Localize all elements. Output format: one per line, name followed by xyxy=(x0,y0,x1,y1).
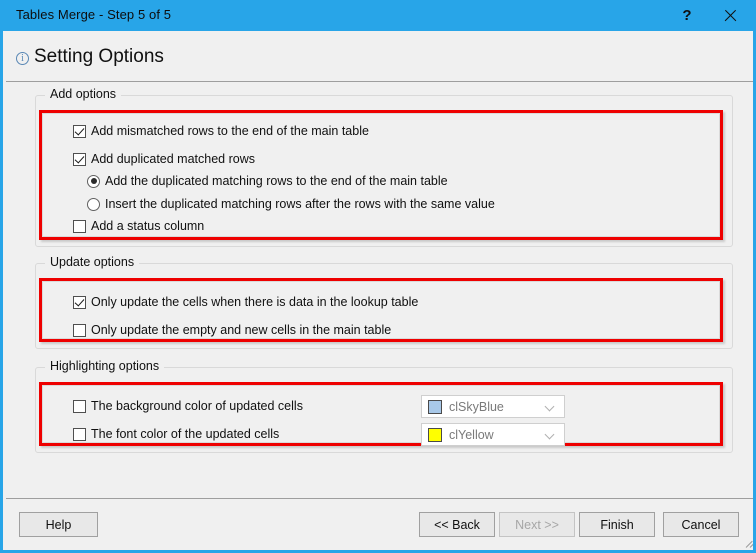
option-label: Insert the duplicated matching rows afte… xyxy=(105,197,495,211)
finish-button[interactable]: Finish xyxy=(579,512,655,537)
combo-value: clYellow xyxy=(449,427,494,442)
group-add-options-label: Add options xyxy=(45,87,122,101)
checkbox-only-update-empty-and-new-cells[interactable]: Only update the empty and new cells in t… xyxy=(73,323,391,337)
radio-indicator[interactable] xyxy=(87,197,100,211)
radio-indicator[interactable] xyxy=(87,174,100,188)
tables-merge-dialog: Tables Merge - Step 5 of 5 ? i Setting O… xyxy=(0,0,756,553)
info-icon: i xyxy=(16,52,29,65)
radio-add-duplicated-to-end[interactable]: Add the duplicated matching rows to the … xyxy=(87,174,448,188)
cancel-button[interactable]: Cancel xyxy=(663,512,739,537)
checkbox-indicator[interactable] xyxy=(73,219,86,233)
help-button[interactable]: Help xyxy=(19,512,98,537)
page-title: Setting Options xyxy=(34,46,164,67)
option-label: Only update the empty and new cells in t… xyxy=(91,323,392,337)
checkbox-indicator[interactable] xyxy=(73,323,86,337)
checkbox-background-color-updated-cells[interactable]: The background color of updated cells xyxy=(73,399,303,413)
option-label: Only update the cells when there is data… xyxy=(91,295,419,309)
option-label: Add a status column xyxy=(91,219,205,233)
resize-grip[interactable] xyxy=(742,536,753,548)
dialog-body: Add options Add mismatched rows to the e… xyxy=(6,82,753,498)
checkbox-indicator[interactable] xyxy=(73,399,86,413)
combo-font-color[interactable]: clYellow xyxy=(421,423,565,446)
checkbox-only-update-when-data-in-lookup[interactable]: Only update the cells when there is data… xyxy=(73,295,418,309)
help-question-icon[interactable]: ? xyxy=(664,0,710,31)
close-icon xyxy=(723,8,738,23)
option-label: Add mismatched rows to the end of the ma… xyxy=(91,124,369,138)
option-label: The background color of updated cells xyxy=(91,399,303,413)
title-bar: Tables Merge - Step 5 of 5 ? xyxy=(3,0,753,31)
back-button[interactable]: << Back xyxy=(419,512,495,537)
group-highlighting-options-label: Highlighting options xyxy=(45,359,165,373)
chevron-down-icon[interactable] xyxy=(546,403,555,412)
close-button[interactable] xyxy=(707,0,753,31)
option-label: The font color of the updated cells xyxy=(91,427,280,441)
color-swatch-yellow xyxy=(428,427,442,442)
checkbox-indicator[interactable] xyxy=(73,427,86,441)
dialog-footer: Help << Back Next >> Finish Cancel xyxy=(6,499,753,550)
option-label: Add the duplicated matching rows to the … xyxy=(105,174,448,188)
chevron-down-icon[interactable] xyxy=(546,431,555,440)
combo-background-color[interactable]: clSkyBlue xyxy=(421,395,565,418)
next-button: Next >> xyxy=(499,512,575,537)
checkbox-font-color-updated-cells[interactable]: The font color of the updated cells xyxy=(73,427,279,441)
group-update-options-label: Update options xyxy=(45,255,140,269)
checkbox-indicator[interactable] xyxy=(73,152,86,166)
checkbox-add-status-column[interactable]: Add a status column xyxy=(73,219,204,233)
radio-insert-duplicated-after-rows[interactable]: Insert the duplicated matching rows afte… xyxy=(87,197,495,211)
checkbox-add-mismatched-rows[interactable]: Add mismatched rows to the end of the ma… xyxy=(73,124,369,138)
option-label: Add duplicated matched rows xyxy=(91,152,255,166)
window-title: Tables Merge - Step 5 of 5 xyxy=(16,7,172,22)
checkbox-indicator[interactable] xyxy=(73,124,86,138)
checkbox-add-duplicated-matched-rows[interactable]: Add duplicated matched rows xyxy=(73,152,255,166)
combo-value: clSkyBlue xyxy=(449,399,504,414)
color-swatch-skyblue xyxy=(428,399,442,414)
checkbox-indicator[interactable] xyxy=(73,295,86,309)
